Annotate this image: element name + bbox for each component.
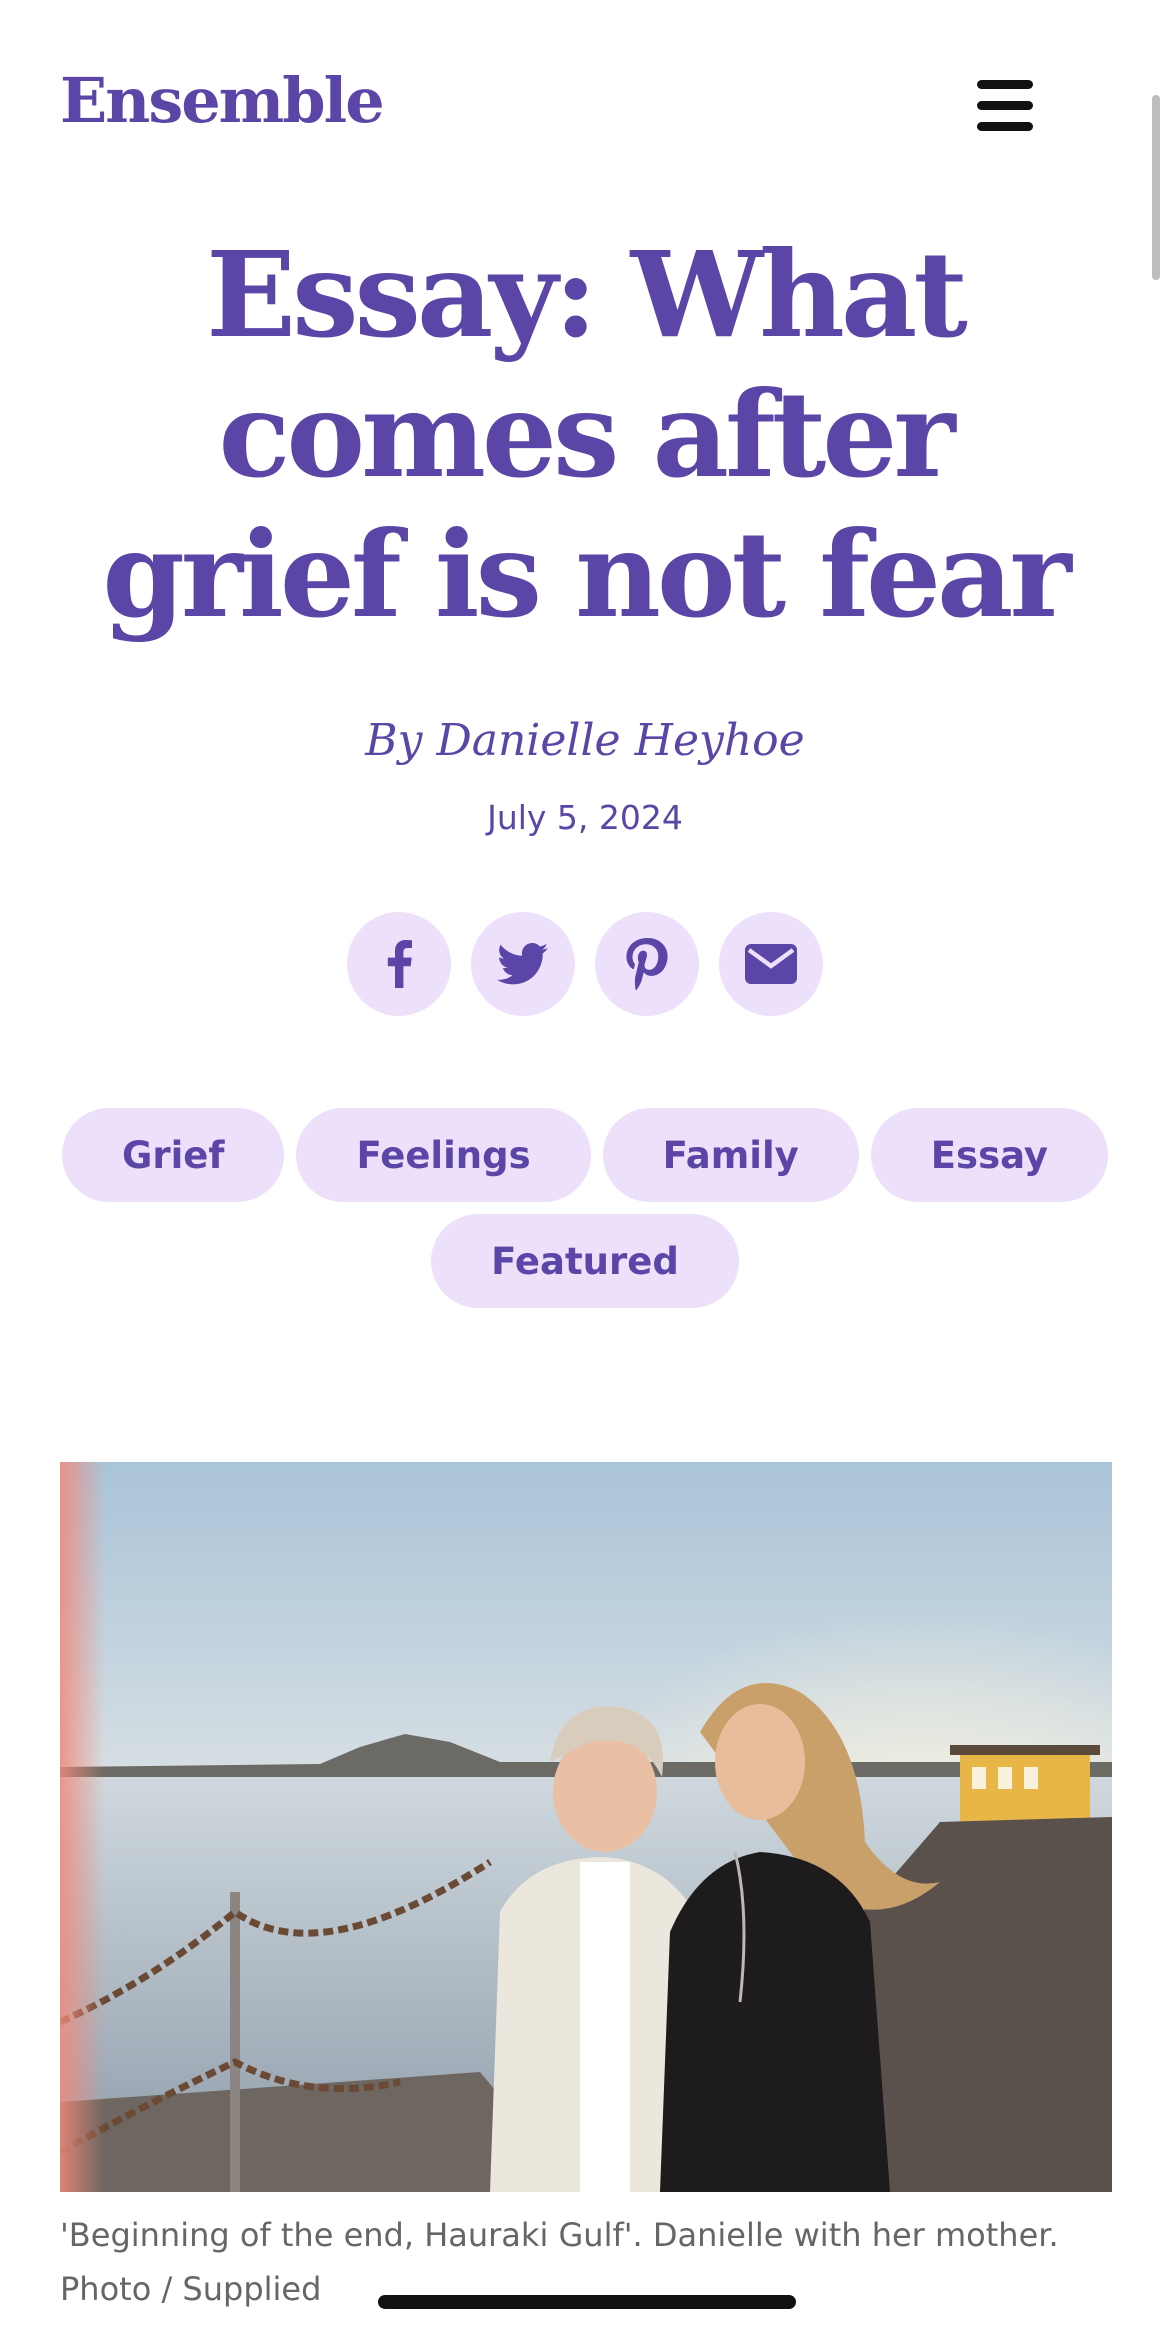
menu-bar	[977, 101, 1033, 110]
menu-bar	[977, 80, 1033, 89]
menu-bar	[977, 122, 1033, 131]
tag-family[interactable]: Family	[602, 1108, 859, 1202]
twitter-icon	[497, 942, 549, 985]
tag-featured[interactable]: Featured	[431, 1214, 739, 1308]
share-pinterest-button[interactable]	[595, 912, 699, 1016]
article-title: Essay: What comes after grief is not fea…	[102, 225, 1071, 644]
email-icon	[745, 944, 797, 984]
article-hero-image	[60, 1462, 1112, 2192]
site-header: Ensemble	[0, 0, 1170, 180]
tag-essay[interactable]: Essay	[870, 1108, 1109, 1202]
share-twitter-button[interactable]	[471, 912, 575, 1016]
facebook-icon	[387, 940, 412, 988]
article-byline[interactable]: By Danielle Heyhoe	[0, 715, 1170, 766]
share-email-button[interactable]	[719, 912, 823, 1016]
article-date: July 5, 2024	[487, 798, 683, 837]
pinterest-icon	[626, 938, 668, 990]
tag-feelings[interactable]: Feelings	[296, 1108, 591, 1202]
photo-illustration	[60, 1462, 1112, 2192]
share-facebook-button[interactable]	[347, 912, 451, 1016]
hamburger-menu-icon[interactable]	[970, 80, 1040, 140]
share-buttons	[0, 912, 1170, 1016]
site-logo[interactable]: Ensemble	[60, 70, 385, 132]
tag-grief[interactable]: Grief	[61, 1108, 285, 1202]
scrollbar[interactable]	[1152, 95, 1160, 280]
tag-list: Grief Feelings Family Essay Featured	[60, 1108, 1110, 1308]
home-indicator[interactable]	[378, 2295, 796, 2309]
